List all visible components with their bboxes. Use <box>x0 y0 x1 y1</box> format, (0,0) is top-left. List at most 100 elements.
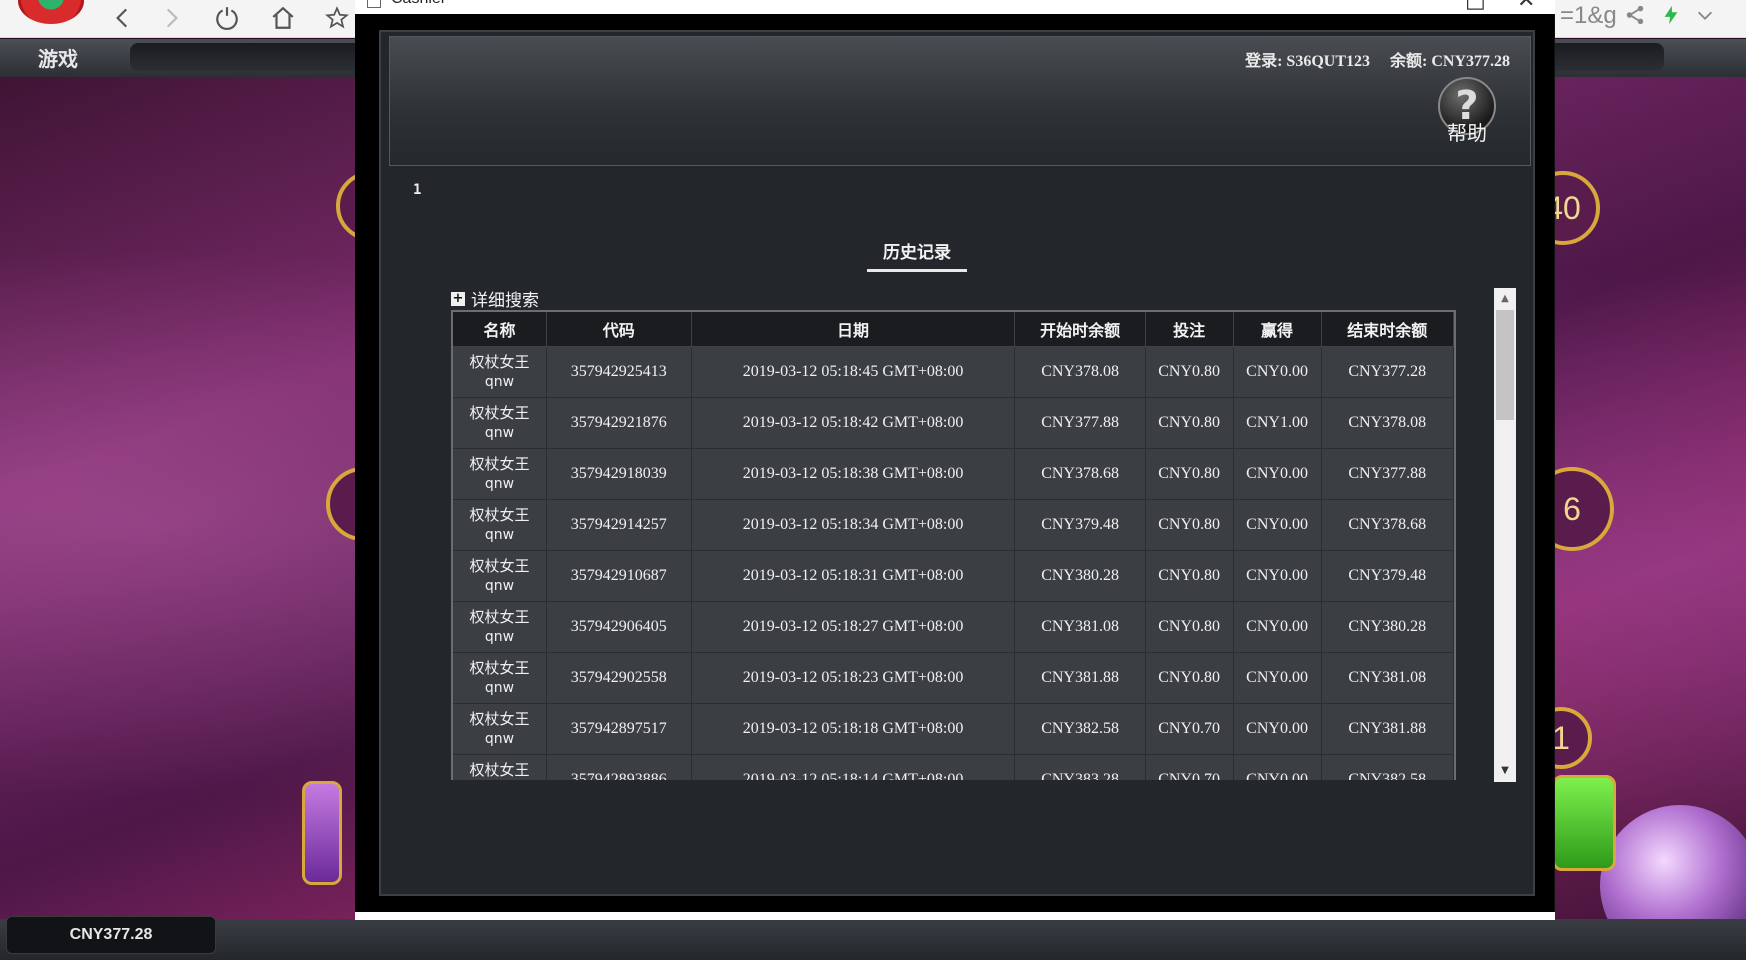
scrollbar-thumb[interactable] <box>1496 310 1514 420</box>
row-date-cell: 2019-03-12 05:18:27 GMT+08:00 <box>691 601 1016 653</box>
home-icon[interactable] <box>266 2 300 34</box>
table-row[interactable]: 权杖女王qnw3579428938862019-03-12 05:18:14 G… <box>453 754 1454 780</box>
column-header-win[interactable]: 赢得 <box>1233 312 1322 347</box>
row-win-cell: CNY0.00 <box>1233 703 1322 755</box>
help-label: 帮助 <box>1447 121 1487 145</box>
row-end-balance-cell: CNY381.88 <box>1321 703 1454 755</box>
row-name-cell: 权杖女王qnw <box>453 448 547 500</box>
window-page-icon <box>367 0 381 8</box>
table-row[interactable]: 权杖女王 qnw 357942910687 2019-03-12 05:18:31 G… <box>453 550 1454 602</box>
game-name: 权杖女王 <box>469 505 530 524</box>
tab-history[interactable]: 历史记录 <box>867 238 967 272</box>
row-date-cell: 2019-03-12 05:18:42 GMT+08:00 <box>691 397 1016 449</box>
column-header-start-balance[interactable]: 开始时余额 <box>1014 312 1146 347</box>
game-name: 权杖女王 <box>469 760 530 779</box>
row-start-balance-cell: CNY379.48 <box>1014 499 1146 551</box>
row-win-cell: CNY1.00 <box>1233 397 1322 449</box>
game-balance-box: CNY377.28 <box>6 916 216 954</box>
row-name-cell: 权杖女王 qnw <box>453 601 547 653</box>
row-start-balance-cell: CNY378.68 <box>1014 448 1146 500</box>
game-name: 权杖女王 <box>469 352 530 371</box>
share-icon[interactable] <box>1620 0 1650 30</box>
game-code-short: qnw <box>484 628 515 645</box>
back-icon[interactable] <box>106 2 140 34</box>
column-header-bet[interactable]: 投注 <box>1145 312 1234 347</box>
bolt-icon[interactable] <box>1656 0 1686 30</box>
spin-button[interactable] <box>1552 775 1616 871</box>
game-code-short: qnw <box>453 780 546 781</box>
cashier-header: 登录: S36QUT123 余额: CNY377.28 ? 帮助 <box>389 36 1531 166</box>
row-win-cell: CNY0.00 <box>1233 550 1322 602</box>
detail-search-label[interactable]: 详细搜索 <box>471 286 539 311</box>
history-table-container: 名称 代码 日期 开始时余额 投注 赢得 结束时余额 权杖女王 qnw 357942… <box>451 310 1456 780</box>
row-name-cell: 权杖女王qnw <box>453 499 547 551</box>
row-start-balance-cell: CNY378.08 <box>1014 346 1146 398</box>
column-header-date[interactable]: 日期 <box>691 312 1016 347</box>
maximize-icon[interactable]: □ <box>1465 0 1486 13</box>
row-name-cell: 权杖女王qnw <box>453 754 547 781</box>
table-row[interactable]: 权杖女王 qnw 357942897517 2019-03-12 05:18:18 G… <box>453 703 1454 755</box>
account-balance: 余额: CNY377.28 <box>1390 53 1510 70</box>
row-win-cell: CNY0.00 <box>1233 448 1322 500</box>
game-name: 权杖女王 <box>469 658 530 677</box>
row-date-cell: 2019-03-12 05:18:14 GMT+08:00 <box>691 754 1016 780</box>
row-code-cell: 357942925413 <box>546 346 692 398</box>
row-name-cell: 权杖女王qnw <box>453 550 547 602</box>
table-row[interactable]: 权杖女王 qnw 357942914257 2019-03-12 05:18:34 G… <box>453 499 1454 551</box>
table-scrollbar[interactable]: ▲ ▼ <box>1494 288 1516 782</box>
game-name: 权杖女王 <box>469 454 530 473</box>
reload-icon[interactable] <box>210 2 244 34</box>
scroll-up-arrow-icon[interactable]: ▲ <box>1494 288 1516 310</box>
row-end-balance-cell: CNY378.08 <box>1321 397 1454 449</box>
row-date-cell: 2019-03-12 05:18:38 GMT+08:00 <box>691 448 1016 500</box>
column-header-name[interactable]: 名称 <box>453 312 547 347</box>
forward-icon[interactable] <box>154 2 188 34</box>
row-date-cell: 2019-03-12 05:18:18 GMT+08:00 <box>691 703 1016 755</box>
row-name-cell: 权杖女王 qnw <box>453 703 547 755</box>
url-tail-text[interactable]: =1&g <box>1560 2 1617 30</box>
game-name: 权杖女王 <box>469 403 530 422</box>
table-row[interactable]: 权杖女王 qnw 357942925413 2019-03-12 05:18:45 G… <box>453 346 1454 398</box>
row-date-cell: 2019-03-12 05:18:34 GMT+08:00 <box>691 499 1016 551</box>
row-win-cell: CNY0.00 <box>1233 754 1322 780</box>
close-icon[interactable]: ✕ <box>1517 0 1535 13</box>
row-start-balance-cell: CNY383.28 <box>1014 754 1146 780</box>
row-end-balance-cell: CNY377.28 <box>1321 346 1454 398</box>
column-header-code[interactable]: 代码 <box>546 312 692 347</box>
login-label: 登录: S36QUT123 <box>1245 53 1370 70</box>
row-start-balance-cell: CNY382.58 <box>1014 703 1146 755</box>
star-icon[interactable] <box>320 2 354 34</box>
row-code-cell: 357942893886 <box>546 754 692 780</box>
row-name-cell: 权杖女王qnw <box>453 652 547 704</box>
table-row[interactable]: 权杖女王 qnw 357942918039 2019-03-12 05:18:38 G… <box>453 448 1454 500</box>
game-side-button[interactable] <box>302 781 342 885</box>
row-end-balance-cell: CNY380.28 <box>1321 601 1454 653</box>
row-date-cell: 2019-03-12 05:18:45 GMT+08:00 <box>691 346 1016 398</box>
game-code-short: qnw <box>484 730 515 747</box>
expand-plus-icon[interactable]: + <box>451 291 465 306</box>
help-button[interactable]: ? 帮助 <box>1434 77 1500 145</box>
table-row[interactable]: 权杖女王 qnw 357942906405 2019-03-12 05:18:27 G… <box>453 601 1454 653</box>
row-code-cell: 357942906405 <box>546 601 692 653</box>
table-row[interactable]: 权杖女王 qnw 357942902558 2019-03-12 05:18:23 G… <box>453 652 1454 704</box>
game-name: 权杖女王 <box>469 709 530 728</box>
row-code-cell: 357942921876 <box>546 397 692 449</box>
game-balance: CNY377.28 <box>69 926 153 943</box>
row-end-balance-cell: CNY382.58 <box>1321 754 1454 780</box>
row-start-balance-cell: CNY381.88 <box>1014 652 1146 704</box>
row-code-cell: 357942897517 <box>546 703 692 755</box>
game-title: 游戏 <box>38 47 78 71</box>
table-row[interactable]: 权杖女王 qnw 357942921876 2019-03-12 05:18:42 G… <box>453 397 1454 449</box>
row-end-balance-cell: CNY381.08 <box>1321 652 1454 704</box>
detail-search-toggle[interactable]: + 详细搜索 <box>451 286 539 311</box>
table-header-row: 名称 代码 日期 开始时余额 投注 赢得 结束时余额 <box>453 312 1454 347</box>
game-code-short: qnw <box>484 373 515 390</box>
scroll-down-arrow-icon[interactable]: ▼ <box>1494 760 1516 782</box>
chevron-down-icon[interactable] <box>1690 0 1720 30</box>
row-code-cell: 357942902558 <box>546 652 692 704</box>
game-code-short: qnw <box>484 577 515 594</box>
game-name: 权杖女王 <box>469 607 530 626</box>
row-date-cell: 2019-03-12 05:18:23 GMT+08:00 <box>691 652 1016 704</box>
column-header-end-balance[interactable]: 结束时余额 <box>1321 312 1454 347</box>
row-bet-cell: CNY0.80 <box>1145 346 1234 398</box>
